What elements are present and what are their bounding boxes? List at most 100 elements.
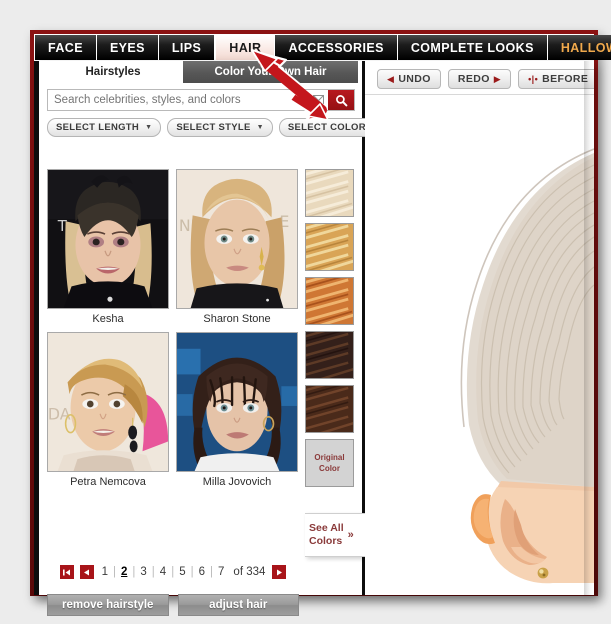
tab-hair-label: HAIR bbox=[229, 40, 262, 55]
pagination-total-label: of 334 bbox=[233, 566, 266, 578]
preview-panel: ◀ UNDO REDO ▶ •|• BEFORE bbox=[365, 61, 594, 595]
magnifier-icon bbox=[335, 94, 347, 106]
swatch-copper-red[interactable] bbox=[305, 277, 354, 325]
milla-jovovich-photo bbox=[177, 333, 297, 471]
hairstyle-name: Petra Nemcova bbox=[70, 476, 146, 488]
before-label: BEFORE bbox=[542, 73, 589, 85]
tab-complete-looks-label: COMPLETE LOOKS bbox=[410, 40, 534, 55]
remove-hairstyle-button[interactable]: remove hairstyle bbox=[47, 594, 169, 616]
pagination-page-3[interactable]: 3 bbox=[135, 566, 151, 578]
adjust-hair-label: adjust hair bbox=[209, 599, 268, 611]
swatch-medium-brown[interactable] bbox=[305, 385, 354, 433]
swatch-dark-brown[interactable] bbox=[305, 331, 354, 379]
select-style-label: SELECT STYLE bbox=[176, 122, 251, 133]
action-button-row: remove hairstyle adjust hair bbox=[47, 594, 299, 616]
tab-lips[interactable]: LIPS bbox=[158, 35, 216, 60]
hairstyle-grid-row: T Kesha ND E Sharon Stone bbox=[47, 169, 299, 326]
tab-face[interactable]: FACE bbox=[35, 35, 97, 60]
panel-edge-shadow bbox=[584, 61, 594, 595]
select-style-dropdown[interactable]: SELECT STYLE ▼ bbox=[167, 118, 273, 137]
hairstyle-grid: T Kesha ND E Sharon Stone DA Petra Nemco… bbox=[47, 169, 299, 495]
subtab-hairstyles-label: Hairstyles bbox=[85, 66, 141, 78]
hairstyle-name: Kesha bbox=[92, 313, 124, 325]
subtab-color-your-own-hair[interactable]: Color Your Own Hair bbox=[183, 61, 358, 83]
swatch-original-color[interactable]: Original Color bbox=[305, 439, 354, 487]
hair-color-swatch-list: Original Color bbox=[305, 169, 357, 493]
sub-tab-bar: Hairstyles Color Your Own Hair bbox=[43, 61, 362, 83]
pagination-page-7[interactable]: 7 bbox=[213, 566, 229, 578]
hairstyle-thumbnail[interactable]: T bbox=[47, 169, 169, 309]
see-all-colors-line2: Colors bbox=[309, 535, 343, 547]
golden-blonde-swatch-texture bbox=[306, 224, 353, 270]
model-preview-image[interactable] bbox=[365, 95, 594, 595]
hairstyle-card-petra-nemcova[interactable]: DA Petra Nemcova bbox=[47, 332, 169, 489]
select-color-label: SELECT COLOR bbox=[287, 122, 366, 133]
undo-label: UNDO bbox=[398, 73, 431, 85]
prev-page-icon bbox=[84, 569, 90, 575]
hairstyle-browser-panel: Hairstyles Color Your Own Hair Search ce… bbox=[34, 61, 389, 616]
hairstyle-name: Sharon Stone bbox=[203, 313, 271, 325]
pagination-first-button[interactable] bbox=[59, 565, 74, 579]
pagination-page-2[interactable]: 2 bbox=[116, 566, 132, 578]
redo-label: REDO bbox=[457, 73, 490, 85]
hairstyle-thumbnail[interactable]: DA bbox=[47, 332, 169, 472]
hairstyle-thumbnail[interactable] bbox=[176, 332, 298, 472]
tab-complete-looks[interactable]: COMPLETE LOOKS bbox=[397, 35, 548, 60]
svg-text:DA: DA bbox=[48, 405, 71, 424]
select-length-dropdown[interactable]: SELECT LENGTH ▼ bbox=[47, 118, 162, 137]
filter-dropdown-row: SELECT LENGTH ▼ SELECT STYLE ▼ SELECT CO… bbox=[47, 118, 389, 137]
tab-lips-label: LIPS bbox=[171, 40, 202, 55]
kesha-photo: T bbox=[48, 170, 168, 308]
copper-red-swatch-texture bbox=[306, 278, 353, 324]
close-box-icon[interactable] bbox=[308, 90, 328, 110]
medium-brown-swatch-texture bbox=[306, 386, 353, 432]
undo-button[interactable]: ◀ UNDO bbox=[377, 69, 441, 89]
adjust-hair-button[interactable]: adjust hair bbox=[177, 594, 299, 616]
select-length-label: SELECT LENGTH bbox=[56, 122, 140, 133]
search-input[interactable] bbox=[48, 90, 308, 110]
pagination: 1 | 2 | 3 | 4 | 5 | 6 | 7 of 334 bbox=[47, 565, 299, 579]
subtab-color-your-own-hair-label: Color Your Own Hair bbox=[214, 66, 327, 78]
before-button[interactable]: •|• BEFORE bbox=[518, 69, 594, 89]
pagination-page-6[interactable]: 6 bbox=[194, 566, 210, 578]
hairstyle-name: Milla Jovovich bbox=[202, 476, 272, 488]
chevron-down-icon: ▼ bbox=[145, 124, 153, 131]
pagination-prev-button[interactable] bbox=[79, 565, 94, 579]
pagination-next-button[interactable] bbox=[272, 565, 287, 579]
chevron-right-icon: ▶ bbox=[493, 73, 502, 84]
tab-hair[interactable]: HAIR bbox=[215, 35, 276, 60]
swatch-golden-blonde[interactable] bbox=[305, 223, 354, 271]
tab-eyes-label: EYES bbox=[109, 40, 145, 55]
see-all-colors-button[interactable]: See All Colors » bbox=[305, 513, 373, 557]
next-page-icon bbox=[276, 569, 282, 575]
tab-accessories-label: ACCESSORIES bbox=[288, 40, 384, 55]
pagination-page-5[interactable]: 5 bbox=[174, 566, 190, 578]
chevron-double-right-icon: » bbox=[347, 529, 354, 541]
pagination-page-4[interactable]: 4 bbox=[155, 566, 171, 578]
original-color-label-line2: Color bbox=[319, 464, 340, 473]
sharon-stone-photo: ND E bbox=[177, 170, 297, 308]
remove-hairstyle-label: remove hairstyle bbox=[62, 599, 154, 611]
main-tab-bar: FACE EYES LIPS HAIR ACCESSORIES COMPLETE… bbox=[34, 34, 611, 61]
hairstyle-card-sharon-stone[interactable]: ND E Sharon Stone bbox=[176, 169, 298, 326]
swatch-light-blonde[interactable] bbox=[305, 169, 354, 217]
tab-accessories[interactable]: ACCESSORIES bbox=[275, 35, 398, 60]
redo-button[interactable]: REDO ▶ bbox=[447, 69, 512, 89]
hairstyle-thumbnail[interactable]: ND E bbox=[176, 169, 298, 309]
petra-nemcova-photo: DA bbox=[48, 333, 168, 471]
pagination-page-1[interactable]: 1 bbox=[97, 566, 113, 578]
hairstyle-grid-row: DA Petra Nemcova Milla Jovovich bbox=[47, 332, 299, 489]
tab-face-label: FACE bbox=[48, 40, 83, 55]
subtab-hairstyles[interactable]: Hairstyles bbox=[43, 61, 183, 83]
dark-brown-swatch-texture bbox=[306, 332, 353, 378]
tab-halloween[interactable]: HALLOWEEN bbox=[547, 35, 611, 60]
tab-eyes[interactable]: EYES bbox=[96, 35, 159, 60]
split-view-icon: •|• bbox=[528, 74, 539, 84]
first-page-icon bbox=[63, 569, 71, 575]
hairstyle-card-kesha[interactable]: T Kesha bbox=[47, 169, 169, 326]
see-all-colors-line1: See All bbox=[309, 522, 344, 534]
original-color-label-line1: Original bbox=[314, 453, 345, 462]
model-photo bbox=[365, 95, 594, 595]
search-button[interactable] bbox=[328, 90, 354, 110]
hairstyle-card-milla-jovovich[interactable]: Milla Jovovich bbox=[176, 332, 298, 489]
